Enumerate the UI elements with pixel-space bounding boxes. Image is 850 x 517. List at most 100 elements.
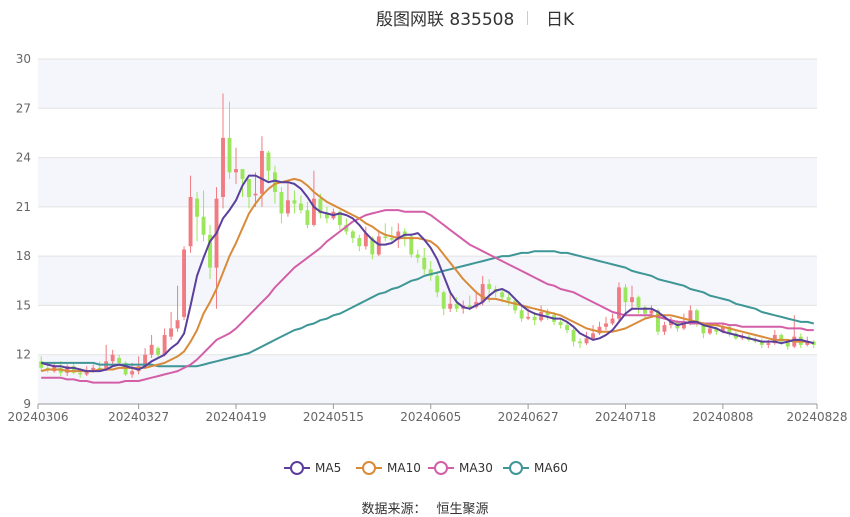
data-source: 数据来源： 恒生聚源	[0, 498, 850, 517]
x-tick-label: 20240627	[498, 410, 559, 424]
x-tick-label: 20240718	[595, 410, 656, 424]
candle-body	[195, 198, 199, 217]
candle-body	[383, 236, 388, 239]
candle-body	[584, 338, 589, 344]
candle-body	[526, 316, 531, 319]
candle-body	[630, 297, 634, 303]
candle-body	[506, 297, 511, 301]
candle-body	[389, 238, 394, 240]
legend-swatch-ma5	[284, 461, 310, 475]
legend-label-ma30: MA30	[459, 461, 493, 475]
candle-body	[610, 318, 615, 324]
candle-body	[201, 216, 206, 235]
candle-body	[110, 354, 115, 362]
candle-body	[305, 210, 310, 225]
candle-body	[409, 236, 414, 255]
candle-body	[298, 203, 303, 211]
candle-body	[441, 292, 446, 309]
legend-item-ma5[interactable]: MA5	[284, 458, 341, 478]
legend-swatch-ma10	[356, 461, 382, 475]
candle-body	[532, 316, 537, 321]
candle-body	[279, 192, 284, 214]
candle-body	[578, 341, 583, 344]
candle-body	[130, 371, 135, 375]
grid-band	[38, 354, 817, 404]
legend: MA5 MA10 MA30 MA60	[0, 458, 850, 478]
candle-body	[500, 292, 505, 298]
grid-band	[38, 157, 817, 207]
x-tick-label: 20240605	[400, 410, 461, 424]
candle-body	[162, 335, 167, 355]
candle-body	[253, 193, 258, 196]
candle-body	[221, 137, 225, 197]
source-name: 恒生聚源	[436, 502, 489, 517]
y-tick-label: 18	[16, 249, 31, 263]
legend-item-ma30[interactable]: MA30	[428, 458, 493, 478]
legend-label-ma10: MA10	[387, 461, 421, 475]
candle-body	[448, 303, 453, 309]
legend-item-ma10[interactable]: MA10	[356, 458, 421, 478]
candle-body	[350, 231, 355, 239]
candle-body	[422, 257, 427, 270]
candle-body	[415, 254, 420, 258]
candle-body	[285, 200, 290, 214]
y-tick-label: 27	[16, 101, 31, 115]
kline-chart[interactable]: 9 12 15 18 21 24 27 30 20240306 20240327 20240419 2…	[0, 0, 850, 517]
candle-body	[662, 325, 667, 332]
legend-label-ma5: MA5	[315, 461, 342, 475]
candle-body	[649, 310, 654, 314]
grid-band	[38, 59, 817, 109]
legend-label-ma60: MA60	[534, 461, 568, 475]
candle-body	[435, 275, 440, 293]
y-tick-label: 21	[16, 200, 31, 214]
candle-body	[234, 169, 238, 173]
x-tick-label: 20240515	[303, 410, 364, 424]
candle-body	[636, 297, 641, 308]
x-tick-label: 20240419	[205, 410, 266, 424]
candle-body	[78, 372, 83, 375]
candle-body	[292, 200, 297, 204]
candle-body	[558, 321, 563, 326]
candle-body	[623, 287, 628, 303]
y-tick-label: 9	[23, 397, 31, 411]
legend-swatch-ma60	[503, 461, 529, 475]
candle-body	[117, 358, 122, 363]
candle-body	[240, 169, 245, 179]
candle-body	[357, 238, 362, 247]
x-tick-label: 20240327	[108, 410, 169, 424]
candle-body	[182, 249, 187, 317]
y-tick-label: 15	[16, 298, 31, 312]
candle-body	[766, 343, 771, 345]
candle-body	[467, 305, 472, 308]
y-tick-label: 12	[16, 348, 31, 362]
y-tick-label: 24	[16, 151, 31, 165]
candle-body	[188, 197, 193, 247]
candle-body	[227, 137, 232, 173]
x-tick-label: 20240808	[692, 410, 753, 424]
candle-body	[454, 303, 459, 309]
candle-body	[311, 198, 316, 225]
candle-body	[571, 330, 576, 342]
candle-body	[169, 328, 174, 337]
candle-body	[260, 151, 264, 194]
grid-band	[38, 256, 817, 306]
candle-body	[707, 328, 712, 334]
candle-body	[149, 344, 154, 355]
candle-body	[519, 310, 524, 319]
y-tick-label: 30	[16, 52, 31, 66]
candle-body	[591, 333, 595, 339]
candle-body	[565, 325, 570, 331]
candle-body	[513, 300, 518, 311]
legend-swatch-ma30	[428, 461, 454, 475]
x-tick-label: 20240828	[786, 410, 847, 424]
candle-body	[247, 178, 251, 197]
candle-body	[604, 323, 608, 327]
candle-body	[272, 172, 277, 193]
candle-body	[156, 348, 161, 355]
candle-body	[487, 284, 492, 289]
legend-item-ma60[interactable]: MA60	[503, 458, 568, 478]
x-tick-label: 20240306	[7, 410, 68, 424]
candle-body	[175, 320, 180, 329]
source-label: 数据来源：	[361, 502, 427, 517]
candle-body	[266, 152, 271, 171]
